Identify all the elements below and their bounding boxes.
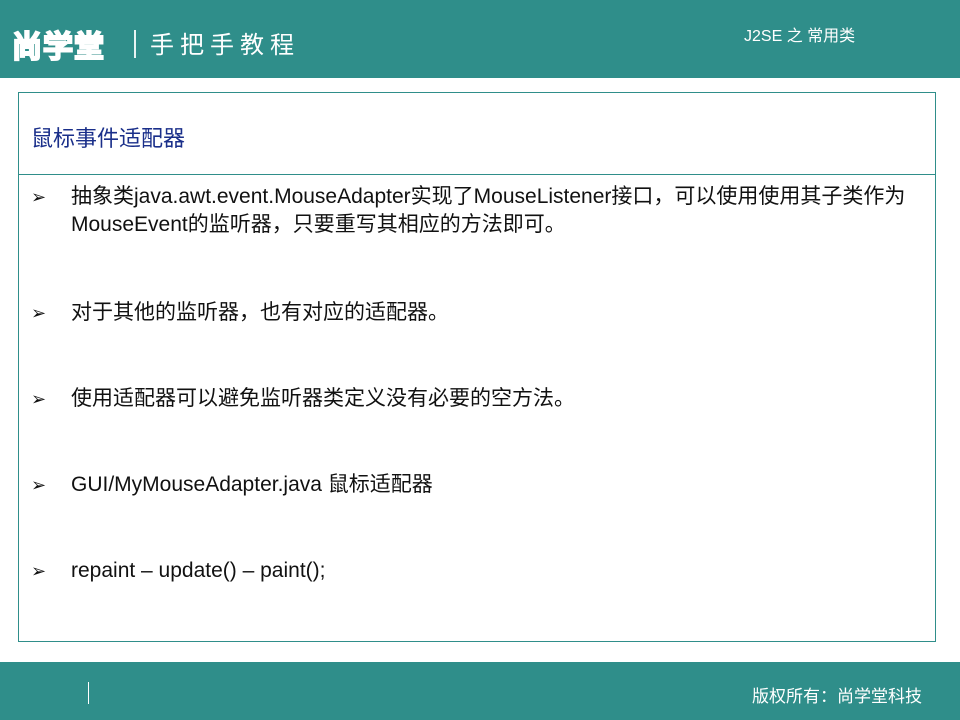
bullet-text: repaint – update() – paint(); bbox=[71, 559, 326, 582]
slide-title: 鼠标事件适配器 bbox=[31, 127, 186, 152]
arrow-bullet-icon: ➢ bbox=[31, 561, 47, 581]
footer-bar: 版权所有：尚学堂科技 bbox=[0, 662, 960, 720]
bullet-text: 对于其他的监听器，也有对应的适配器。 bbox=[71, 301, 449, 324]
footer-divider bbox=[88, 682, 89, 704]
brand-logo: 尚学堂 bbox=[11, 29, 105, 66]
bullet-text: 抽象类java.awt.event.MouseAdapter实现了MouseLi… bbox=[71, 185, 906, 236]
slide-content-panel: 鼠标事件适配器 ➢ 抽象类java.awt.event.MouseAdapter… bbox=[18, 92, 936, 642]
arrow-bullet-icon: ➢ bbox=[31, 389, 47, 409]
header-topic: J2SE 之 常用类 bbox=[744, 28, 856, 45]
header-divider bbox=[134, 30, 136, 58]
slide-title-area: 鼠标事件适配器 bbox=[19, 93, 935, 175]
arrow-bullet-icon: ➢ bbox=[31, 187, 47, 207]
header-bar: 尚学堂 手把手教程 J2SE 之 常用类 bbox=[0, 0, 960, 78]
arrow-bullet-icon: ➢ bbox=[31, 303, 47, 323]
arrow-bullet-icon: ➢ bbox=[31, 475, 47, 495]
copyright-text: 版权所有：尚学堂科技 bbox=[752, 687, 922, 707]
header-tagline: 手把手教程 bbox=[150, 31, 300, 59]
bullet-text: GUI/MyMouseAdapter.java 鼠标适配器 bbox=[71, 473, 433, 496]
bullet-text: 使用适配器可以避免监听器类定义没有必要的空方法。 bbox=[71, 387, 575, 410]
